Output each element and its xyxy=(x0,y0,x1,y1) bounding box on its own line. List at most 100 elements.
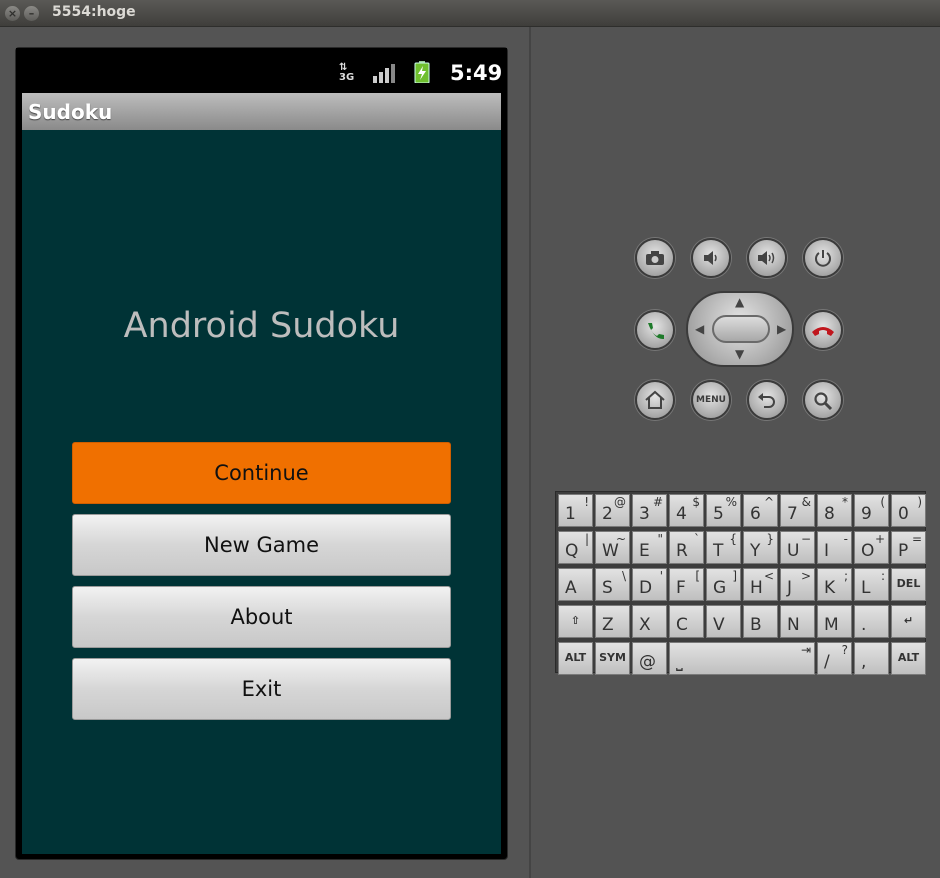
slash-key[interactable]: /? xyxy=(817,642,852,675)
key-1[interactable]: 1! xyxy=(558,494,593,527)
key-6-alt-label: ^ xyxy=(763,495,774,509)
key-c-label: C xyxy=(676,615,688,635)
key-b[interactable]: B xyxy=(743,605,778,638)
key-f[interactable]: F[ xyxy=(669,568,704,601)
key-9[interactable]: 9( xyxy=(854,494,889,527)
key-w[interactable]: W ~ xyxy=(595,531,630,564)
key-7-label: 7 xyxy=(787,504,798,524)
window-title: 5554:hoge xyxy=(52,4,136,20)
home-icon[interactable] xyxy=(635,380,675,420)
emulator-screen-pane: ⇅ 3G 5:49 Sudoku Android Sudoku Continue … xyxy=(0,27,529,878)
key-u[interactable]: U − xyxy=(780,531,815,564)
key-8-alt-label: * xyxy=(842,495,848,509)
key-period[interactable]: . xyxy=(854,605,889,638)
about-button[interactable]: About xyxy=(72,586,451,648)
dpad-up-icon[interactable]: ▲ xyxy=(735,295,744,309)
dpad-right-icon[interactable]: ▶ xyxy=(777,322,786,336)
camera-icon[interactable] xyxy=(635,238,675,278)
key-v-label: V xyxy=(713,615,725,635)
at-key[interactable]: @ xyxy=(632,642,667,675)
power-icon[interactable] xyxy=(803,238,843,278)
key-w-alt-label: ~ xyxy=(615,532,626,546)
app-title-bar: Sudoku xyxy=(22,93,501,130)
dpad-left-icon[interactable]: ◀ xyxy=(695,322,704,336)
network-3g-icon: ⇅ 3G xyxy=(339,62,355,83)
key-j[interactable]: J > xyxy=(780,568,815,601)
alt-key-left-label: ALT xyxy=(564,651,587,664)
key-r[interactable]: R ` xyxy=(669,531,704,564)
key-g[interactable]: G] xyxy=(706,568,741,601)
close-window-button[interactable]: × xyxy=(5,6,20,21)
key-2[interactable]: 2 @ xyxy=(595,494,630,527)
volume-up-icon[interactable] xyxy=(747,238,787,278)
key-o[interactable]: O + xyxy=(854,531,889,564)
key-7[interactable]: 7 & xyxy=(780,494,815,527)
shift-key[interactable]: ⇧ xyxy=(558,605,593,638)
key-0[interactable]: 0) xyxy=(891,494,926,527)
key-6[interactable]: 6 ^ xyxy=(743,494,778,527)
key-h[interactable]: H < xyxy=(743,568,778,601)
key-s[interactable]: S \ xyxy=(595,568,630,601)
key-t-alt-label: { xyxy=(729,532,737,546)
minimize-window-button[interactable]: – xyxy=(24,6,39,21)
exit-button[interactable]: Exit xyxy=(72,658,451,720)
key-e[interactable]: E " xyxy=(632,531,667,564)
key-k[interactable]: K; xyxy=(817,568,852,601)
shift-key-label: ⇧ xyxy=(570,614,581,627)
device-screen: ⇅ 3G 5:49 Sudoku Android Sudoku Continue … xyxy=(15,47,508,860)
key-d[interactable]: D ' xyxy=(632,568,667,601)
volume-down-icon[interactable] xyxy=(691,238,731,278)
key-4[interactable]: 4 $ xyxy=(669,494,704,527)
key-1-alt-label: ! xyxy=(584,495,589,509)
key-l[interactable]: L: xyxy=(854,568,889,601)
alt-key-right[interactable]: ALT xyxy=(891,642,926,675)
dpad[interactable]: ▲ ▼ ◀ ▶ xyxy=(686,291,794,367)
alt-key-left[interactable]: ALT xyxy=(558,642,593,675)
key-z-label: Z xyxy=(602,615,614,635)
end-call-icon[interactable] xyxy=(803,310,843,350)
search-icon[interactable] xyxy=(803,380,843,420)
key-n[interactable]: N xyxy=(780,605,815,638)
key-p[interactable]: P = xyxy=(891,531,926,564)
comma-key[interactable]: , xyxy=(854,642,889,675)
key-8-label: 8 xyxy=(824,504,835,524)
space-key[interactable]: ⎵ ⇥ xyxy=(669,642,815,675)
key-q[interactable]: Q | xyxy=(558,531,593,564)
key-o-alt-label: + xyxy=(874,532,885,546)
key-3[interactable]: 3 # xyxy=(632,494,667,527)
dpad-down-icon[interactable]: ▼ xyxy=(735,347,744,361)
call-icon[interactable] xyxy=(635,310,675,350)
key-q-alt-label: | xyxy=(584,532,589,546)
key-2-alt-label: @ xyxy=(614,495,626,509)
key-z[interactable]: Z xyxy=(595,605,630,638)
key-t[interactable]: T{ xyxy=(706,531,741,564)
key-y[interactable]: Y} xyxy=(743,531,778,564)
sym-key[interactable]: SYM xyxy=(595,642,630,675)
slash-key-alt-label: ? xyxy=(841,643,848,657)
enter-key[interactable]: ↵ xyxy=(891,605,926,638)
new-game-button[interactable]: New Game xyxy=(72,514,451,576)
key-v[interactable]: V xyxy=(706,605,741,638)
key-c[interactable]: C xyxy=(669,605,704,638)
dpad-center-button[interactable] xyxy=(712,315,770,343)
key-f-alt-label: [ xyxy=(695,569,700,583)
key-n-label: N xyxy=(787,615,800,635)
key-u-label: U xyxy=(787,541,800,561)
key-3-label: 3 xyxy=(639,504,650,524)
comma-key-label: , xyxy=(861,652,867,672)
key-m[interactable]: M xyxy=(817,605,852,638)
key-8[interactable]: 8 * xyxy=(817,494,852,527)
key-i[interactable]: I- xyxy=(817,531,852,564)
key-y-alt-label: } xyxy=(766,532,774,546)
back-icon[interactable] xyxy=(747,380,787,420)
key-s-alt-label: \ xyxy=(621,569,626,583)
continue-button[interactable]: Continue xyxy=(72,442,451,504)
menu-button[interactable]: MENU xyxy=(691,380,731,420)
delete-key[interactable]: DEL xyxy=(891,568,926,601)
emulator-controls-pane: ▲ ▼ ◀ ▶ MENU 1! 2 @3 #4 $5% 6 ^ 7 & 8 * 9(0) Q | W ~ E " R… xyxy=(529,27,940,878)
key-x[interactable]: X xyxy=(632,605,667,638)
key-g-alt-label: ] xyxy=(732,569,737,583)
key-5[interactable]: 5% xyxy=(706,494,741,527)
app-title: Sudoku xyxy=(28,100,113,124)
key-a[interactable]: A xyxy=(558,568,593,601)
